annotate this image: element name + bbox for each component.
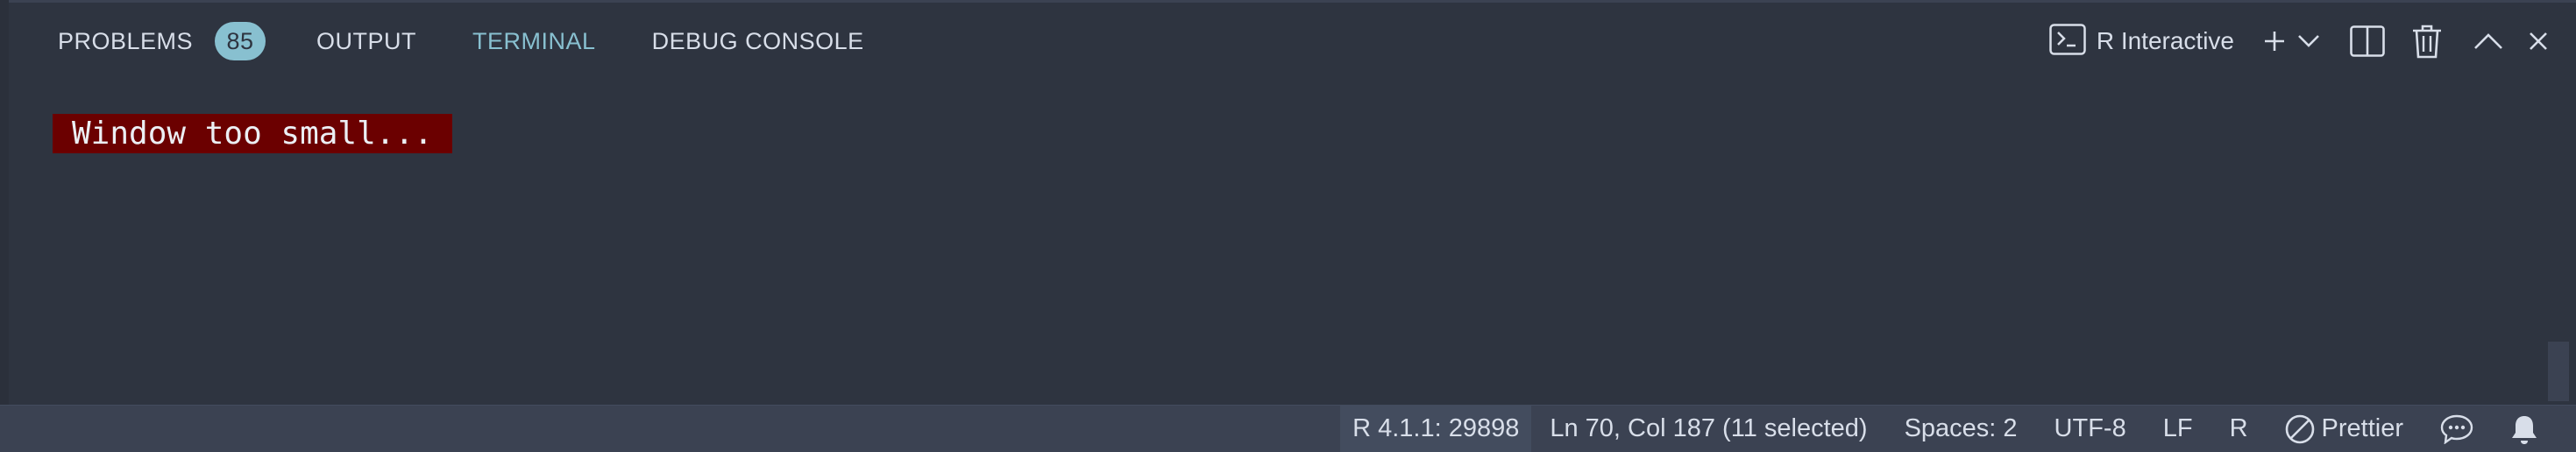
tab-debug-console-label: DEBUG CONSOLE xyxy=(651,27,864,54)
tab-problems-label: PROBLEMS xyxy=(58,27,194,54)
plus-icon xyxy=(2264,31,2285,52)
status-r-session-label: R 4.1.1: 29898 xyxy=(1352,414,1520,442)
close-panel-button[interactable] xyxy=(2525,16,2551,67)
status-notifications[interactable] xyxy=(2492,406,2557,452)
status-cursor-position[interactable]: Ln 70, Col 187 (11 selected) xyxy=(1531,406,1885,452)
feedback-icon xyxy=(2440,414,2473,444)
status-encoding[interactable]: UTF-8 xyxy=(2036,406,2145,452)
terminal-selector[interactable]: R Interactive xyxy=(2049,23,2234,60)
terminal-selector-label: R Interactive xyxy=(2096,27,2234,54)
status-prettier-label: Prettier xyxy=(2321,414,2403,442)
new-terminal-button[interactable] xyxy=(2257,16,2292,67)
close-icon xyxy=(2529,32,2548,51)
status-indentation-label: Spaces: 2 xyxy=(1904,414,2018,442)
kill-terminal-button[interactable] xyxy=(2409,16,2445,67)
status-eol[interactable]: LF xyxy=(2145,406,2211,452)
status-prettier[interactable]: Prettier xyxy=(2267,406,2422,452)
split-icon xyxy=(2350,25,2385,57)
tab-output[interactable]: OUTPUT xyxy=(316,16,416,67)
terminal-message: Window too small... xyxy=(53,114,452,153)
bell-icon xyxy=(2510,413,2538,445)
tab-terminal[interactable]: TERMINAL xyxy=(472,16,596,67)
launch-profile-button[interactable] xyxy=(2292,16,2325,67)
status-eol-label: LF xyxy=(2162,414,2193,442)
tab-output-label: OUTPUT xyxy=(316,27,417,54)
terminal-body[interactable]: Window too small... xyxy=(53,114,452,153)
panel-top-border xyxy=(0,0,2576,3)
left-gutter xyxy=(0,0,9,405)
status-feedback[interactable] xyxy=(2422,406,2492,452)
status-bar-right: R 4.1.1: 29898 Ln 70, Col 187 (11 select… xyxy=(1340,406,2557,452)
terminal-scrollbar[interactable] xyxy=(2548,342,2569,401)
terminal-icon xyxy=(2049,23,2086,60)
panel-actions: R Interactive xyxy=(2049,16,2551,67)
tab-debug-console[interactable]: DEBUG CONSOLE xyxy=(652,16,864,67)
maximize-panel-button[interactable] xyxy=(2471,16,2506,67)
status-indentation[interactable]: Spaces: 2 xyxy=(1886,406,2036,452)
status-language-mode-label: R xyxy=(2229,414,2248,442)
panel-root: PROBLEMS 85 OUTPUT TERMINAL DEBUG CONSOL… xyxy=(0,0,2576,452)
trash-icon xyxy=(2412,24,2442,59)
status-r-session[interactable]: R 4.1.1: 29898 xyxy=(1340,406,1532,452)
chevron-down-icon xyxy=(2297,34,2320,48)
tab-problems[interactable]: PROBLEMS 85 xyxy=(58,16,266,67)
tab-terminal-label: TERMINAL xyxy=(472,27,596,54)
status-cursor-position-label: Ln 70, Col 187 (11 selected) xyxy=(1550,414,1868,442)
status-bar: R 4.1.1: 29898 Ln 70, Col 187 (11 select… xyxy=(0,405,2576,452)
status-encoding-label: UTF-8 xyxy=(2054,414,2126,442)
split-terminal-button[interactable] xyxy=(2348,16,2387,67)
problems-count-badge: 85 xyxy=(215,22,266,60)
chevron-up-icon xyxy=(2473,32,2503,50)
panel-tabs: PROBLEMS 85 OUTPUT TERMINAL DEBUG CONSOL… xyxy=(58,16,864,67)
status-language-mode[interactable]: R xyxy=(2211,406,2267,452)
prettier-icon xyxy=(2285,414,2315,444)
